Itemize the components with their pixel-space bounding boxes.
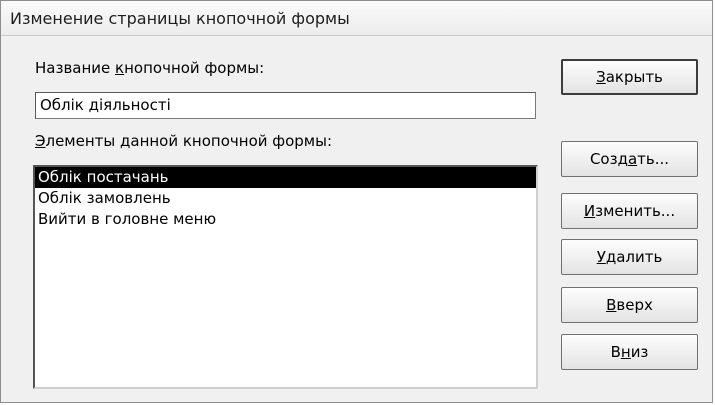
items-listbox[interactable]: Облік постачань Облік замовлень Вийти в …	[33, 165, 538, 389]
title-bar[interactable]: Изменение страницы кнопочной формы	[1, 1, 712, 36]
create-label-key: а	[627, 150, 638, 168]
up-label-post: верх	[616, 296, 653, 314]
create-button-label: Создать...	[590, 150, 669, 168]
items-label-key: Э	[35, 132, 46, 150]
items-label-post: лементы данной кнопочной формы:	[45, 132, 333, 150]
move-down-button-label: Вниз	[611, 343, 649, 361]
create-label-post: ть...	[637, 150, 670, 168]
form-name-label: Название кнопочной формы:	[35, 59, 264, 77]
close-button-label: Закрыть	[596, 68, 663, 86]
delete-label-key: У	[596, 248, 606, 266]
edit-label-key: И	[583, 202, 596, 220]
up-label-key: В	[606, 296, 617, 314]
list-item[interactable]: Облік постачань	[35, 167, 536, 188]
delete-button[interactable]: Удалить	[561, 239, 698, 275]
edit-switchboard-page-dialog: Изменение страницы кнопочной формы Назва…	[0, 0, 713, 403]
create-button[interactable]: Создать...	[561, 141, 698, 177]
form-name-label-key: к	[115, 59, 125, 77]
close-label-post: акрыть	[605, 68, 663, 86]
delete-button-label: Удалить	[597, 248, 663, 266]
edit-button-label: Изменить...	[584, 202, 675, 220]
create-label-pre: Созд	[589, 150, 628, 168]
edit-label-post: зменить...	[595, 202, 676, 220]
move-up-button-label: Вверх	[606, 296, 653, 314]
items-label: Элементы данной кнопочной формы:	[35, 132, 332, 150]
edit-button[interactable]: Изменить...	[561, 193, 698, 229]
down-label-key: н	[620, 343, 631, 361]
down-label-post: из	[630, 343, 649, 361]
close-label-key: З	[596, 68, 606, 86]
close-button[interactable]: Закрыть	[561, 59, 698, 95]
list-item[interactable]: Облік замовлень	[35, 188, 536, 209]
form-name-input[interactable]: Облік діяльності	[35, 92, 536, 119]
move-up-button[interactable]: Вверх	[561, 287, 698, 323]
down-label-pre: В	[610, 343, 621, 361]
move-down-button[interactable]: Вниз	[561, 334, 698, 370]
form-name-label-pre: Название	[35, 59, 116, 77]
list-item[interactable]: Вийти в головне меню	[35, 209, 536, 230]
dialog-title: Изменение страницы кнопочной формы	[10, 9, 350, 28]
form-name-label-post: нопочной формы:	[124, 59, 265, 77]
delete-label-post: далить	[605, 248, 663, 266]
